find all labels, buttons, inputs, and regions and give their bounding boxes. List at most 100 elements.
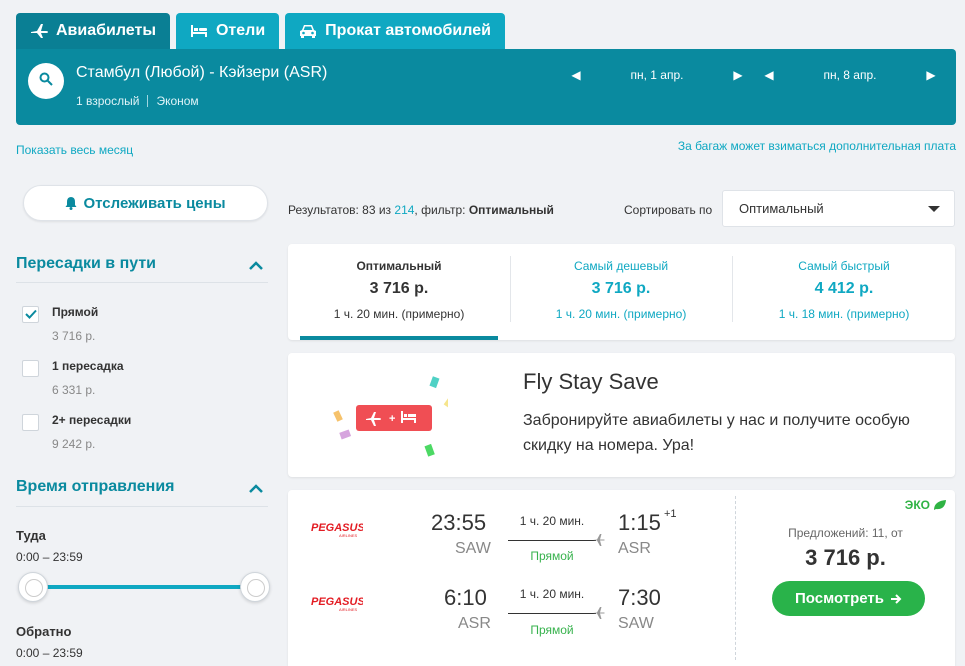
outbound-slider-max-handle[interactable]: [240, 572, 270, 602]
offers-count: Предложений: 11, от: [788, 526, 903, 540]
divider: [735, 496, 736, 660]
outbound-arrival-time: 1:15: [618, 510, 661, 535]
summary-price: 3 716 р.: [591, 280, 651, 297]
sort-label: Сортировать по: [624, 203, 713, 217]
dropdown-caret-icon: [928, 206, 940, 212]
tab-cars-label: Прокат автомобилей: [325, 22, 491, 39]
inbound-arrival-time: 7:30: [618, 585, 661, 610]
bed-icon: [190, 24, 208, 38]
return-time-range: 0:00 – 23:59: [16, 646, 83, 660]
stops-filter-title: Пересадки в пути: [16, 255, 157, 272]
tab-hotels[interactable]: Отели: [175, 13, 280, 49]
tab-optimal[interactable]: Оптимальный 3 716 р. 1 ч. 20 мин. (приме…: [288, 244, 510, 340]
stops-option-price: 9 242 р.: [52, 437, 96, 451]
show-month-link[interactable]: Показать весь месяц: [16, 143, 133, 157]
depart-date[interactable]: пн, 1 апр.: [631, 68, 684, 82]
outbound-time-label: Туда: [16, 528, 46, 543]
airline-logo-pegasus: PEGASUS AIRLINES: [311, 520, 365, 545]
inbound-stops: Прямой: [530, 623, 574, 637]
arrow-right-icon: [890, 593, 902, 604]
prev-depart-date-icon[interactable]: ◀: [569, 67, 583, 83]
stops-two-plus-checkbox[interactable]: [22, 414, 39, 431]
checkmark-icon: [24, 306, 37, 324]
summary-title: Самый быстрый: [798, 259, 890, 273]
cabin-text: Эконом: [156, 94, 199, 108]
search-summary-bar: Стамбул (Любой) - Кэйзери (ASR) 1 взросл…: [16, 49, 956, 125]
passengers-text: 1 взрослый: [76, 94, 140, 108]
inbound-departure-airport: ASR: [458, 615, 491, 632]
stops-filter-two-plus: 2+ пересадки 9 242 р.: [22, 413, 131, 451]
stops-filter-one: 1 пересадка 6 331 р.: [22, 359, 124, 397]
search-button[interactable]: [28, 63, 64, 99]
car-icon: [299, 24, 317, 38]
eco-label: ЭКО: [904, 498, 930, 512]
summary-title: Оптимальный: [356, 259, 442, 273]
divider: [16, 506, 268, 507]
summary-duration: 1 ч. 18 мин. (примерно): [778, 307, 910, 321]
stops-option-price: 3 716 р.: [52, 329, 96, 343]
stops-option-label[interactable]: 1 пересадка: [52, 359, 124, 373]
route-text[interactable]: Стамбул (Любой) - Кэйзери (ASR): [76, 64, 327, 82]
passenger-cabin-info[interactable]: 1 взрослый Эконом: [76, 94, 199, 108]
return-date[interactable]: пн, 8 апр.: [824, 68, 877, 82]
inbound-departure-time: 6:10: [444, 585, 487, 610]
return-time-label: Обратно: [16, 624, 72, 639]
outbound-slider-min-handle[interactable]: [18, 572, 48, 602]
next-return-date-icon[interactable]: ▶: [924, 67, 938, 83]
airline-logo-pegasus: PEGASUS AIRLINES: [311, 594, 365, 619]
view-deal-label: Посмотреть: [795, 590, 884, 607]
plane-icon: [593, 534, 605, 546]
svg-text:AIRLINES: AIRLINES: [339, 533, 358, 538]
view-deal-button[interactable]: Посмотреть: [772, 581, 925, 616]
svg-text:+: +: [389, 413, 395, 425]
return-date-picker: ◀ пн, 8 апр. ▶: [762, 65, 938, 85]
baggage-fee-link[interactable]: За багаж может взиматься дополнительная …: [678, 139, 956, 153]
outbound-departure-time: 23:55: [431, 510, 487, 535]
results-total-link[interactable]: 214: [394, 203, 414, 217]
stops-option-label[interactable]: 2+ пересадки: [52, 413, 131, 427]
results-prefix: Результатов: 83 из: [288, 203, 395, 217]
inbound-route-line: [508, 613, 596, 614]
track-prices-label: Отслеживать цены: [83, 194, 226, 212]
outbound-route-line: [508, 540, 596, 541]
inbound-arrival-airport: SAW: [618, 615, 654, 632]
promo-title: Fly Stay Save: [523, 369, 659, 394]
product-tabs: Авиабилеты Отели Прокат автомобилей: [16, 13, 505, 49]
bell-icon: [65, 196, 77, 210]
eco-badge[interactable]: ЭКО: [905, 498, 947, 512]
summary-title: Самый дешевый: [573, 259, 669, 273]
search-icon: [39, 72, 53, 91]
fly-stay-save-promo[interactable]: + Fly Stay Save Забронируйте авиабилеты …: [288, 353, 955, 477]
results-filter-value: Оптимальный: [468, 203, 554, 217]
tab-flights-label: Авиабилеты: [56, 22, 156, 39]
next-depart-date-icon[interactable]: ▶: [731, 67, 745, 83]
stops-direct-checkbox[interactable]: [22, 306, 39, 323]
collapse-stops-chevron-icon[interactable]: [247, 260, 265, 272]
outbound-stops: Прямой: [530, 549, 574, 563]
prev-return-date-icon[interactable]: ◀: [762, 67, 776, 83]
plane-icon: [593, 607, 605, 619]
tab-cheapest[interactable]: Самый дешевый 3 716 р. 1 ч. 20 мин. (при…: [510, 244, 732, 340]
leaf-icon: [933, 499, 947, 511]
collapse-time-chevron-icon[interactable]: [247, 483, 265, 495]
flight-price: 3 716 р.: [805, 545, 886, 570]
sort-dropdown[interactable]: Оптимальный: [722, 190, 955, 227]
stops-one-checkbox[interactable]: [22, 360, 39, 377]
tab-cars[interactable]: Прокат автомобилей: [285, 13, 505, 49]
results-filter-prefix: , фильтр:: [414, 203, 469, 217]
sort-value: Оптимальный: [739, 201, 824, 216]
track-prices-button[interactable]: Отслеживать цены: [23, 185, 268, 221]
tab-flights[interactable]: Авиабилеты: [16, 13, 170, 49]
flight-hotel-promo-icon: +: [333, 376, 448, 457]
outbound-duration: 1 ч. 20 мин.: [519, 514, 585, 528]
outbound-departure-airport: SAW: [455, 540, 491, 557]
results-count: Результатов: 83 из 214, фильтр: Оптималь…: [288, 203, 554, 217]
depart-date-picker: ◀ пн, 1 апр. ▶: [569, 65, 745, 85]
stops-option-label[interactable]: Прямой: [52, 305, 98, 319]
divider: [16, 282, 268, 283]
tab-hotels-label: Отели: [215, 22, 266, 39]
tab-fastest[interactable]: Самый быстрый 4 412 р. 1 ч. 18 мин. (при…: [733, 244, 955, 340]
flight-result-card[interactable]: PEGASUS AIRLINES 23:55 SAW 1 ч. 20 мин. П…: [288, 490, 955, 666]
outbound-time-slider-track[interactable]: [33, 585, 255, 589]
outbound-arrival-airport: ASR: [618, 540, 651, 557]
